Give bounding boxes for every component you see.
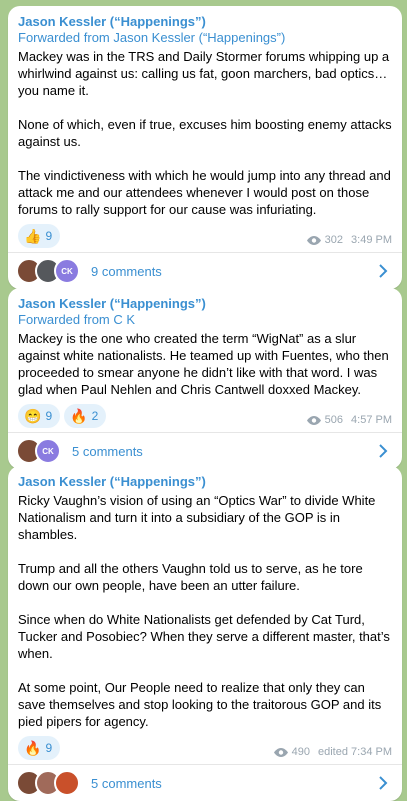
message-bubble[interactable]: Jason Kessler (“Happenings”) Ricky Vaugh…	[8, 466, 402, 801]
comments-link[interactable]: 9 comments	[91, 264, 162, 279]
reaction-count: 9	[45, 229, 53, 243]
comments-bar[interactable]: 5 comments	[8, 764, 402, 801]
paragraph: None of which, even if true, excuses him…	[18, 117, 392, 149]
reaction-chip[interactable]: 😁 9	[18, 404, 61, 428]
chevron-right-icon[interactable]	[376, 444, 390, 458]
author-name[interactable]: Jason Kessler (“Happenings”)	[18, 474, 392, 490]
eye-icon	[306, 415, 321, 425]
reaction-chip[interactable]: 🔥 2	[64, 404, 107, 428]
comments-bar[interactable]: CK 5 comments	[8, 432, 402, 469]
reactions: 👍 9	[18, 224, 61, 248]
message-text: Mackey is the one who created the term “…	[18, 330, 392, 398]
paragraph: The vindictiveness with which he would j…	[18, 168, 391, 217]
eye-icon	[273, 747, 288, 757]
message-text: Mackey was in the TRS and Daily Stormer …	[18, 48, 392, 218]
paragraph: Mackey was in the TRS and Daily Stormer …	[18, 49, 390, 98]
forwarded-from[interactable]: Forwarded from C K	[18, 312, 392, 328]
meta-row: 🔥 9 490 edited 7:34 PM	[18, 734, 392, 764]
chevron-right-icon[interactable]	[376, 776, 390, 790]
reaction-count: 2	[91, 409, 99, 423]
message-stats: 506 4:57 PM	[306, 414, 392, 426]
thumbs-up-icon: 👍	[24, 228, 42, 244]
commenter-avatars: CK	[16, 258, 80, 284]
reaction-count: 9	[45, 741, 53, 755]
forwarded-from[interactable]: Forwarded from Jason Kessler (“Happening…	[18, 30, 392, 46]
view-count: 302	[324, 234, 344, 246]
paragraph: Trump and all the others Vaughn told us …	[18, 561, 363, 593]
commenter-avatars: CK	[16, 438, 61, 464]
comments-link[interactable]: 5 comments	[91, 776, 162, 791]
fire-icon: 🔥	[70, 408, 88, 424]
message-stats: 490 edited 7:34 PM	[273, 746, 392, 758]
timestamp: edited 7:34 PM	[318, 746, 392, 758]
author-name[interactable]: Jason Kessler (“Happenings”)	[18, 296, 392, 312]
avatar: CK	[54, 258, 80, 284]
view-count: 506	[324, 414, 344, 426]
comments-bar[interactable]: CK 9 comments	[8, 252, 402, 289]
timestamp: 4:57 PM	[351, 414, 392, 426]
message-text: Ricky Vaughn’s vision of using an “Optic…	[18, 492, 392, 730]
reaction-count: 9	[45, 409, 53, 423]
paragraph: Mackey is the one who created the term “…	[18, 331, 389, 397]
reaction-chip[interactable]: 🔥 9	[18, 736, 61, 760]
reaction-chip[interactable]: 👍 9	[18, 224, 61, 248]
comments-link[interactable]: 5 comments	[72, 444, 143, 459]
fire-icon: 🔥	[24, 740, 42, 756]
timestamp: 3:49 PM	[351, 234, 392, 246]
paragraph: Since when do White Nationalists get def…	[18, 612, 390, 661]
reactions: 🔥 9	[18, 736, 61, 760]
grinning-face-icon: 😁	[24, 408, 42, 424]
eye-icon	[306, 235, 321, 245]
paragraph: Ricky Vaughn’s vision of using an “Optic…	[18, 493, 376, 542]
avatar: CK	[35, 438, 61, 464]
commenter-avatars	[16, 770, 80, 796]
meta-row: 😁 9 🔥 2 506 4:57 PM	[18, 402, 392, 432]
paragraph: At some point, Our People need to realiz…	[18, 680, 382, 729]
message-bubble[interactable]: Jason Kessler (“Happenings”) Forwarded f…	[8, 288, 402, 469]
reactions: 😁 9 🔥 2	[18, 404, 107, 428]
message-bubble[interactable]: Jason Kessler (“Happenings”) Forwarded f…	[8, 6, 402, 289]
author-name[interactable]: Jason Kessler (“Happenings”)	[18, 14, 392, 30]
avatar	[54, 770, 80, 796]
message-stats: 302 3:49 PM	[306, 234, 392, 246]
view-count: 490	[291, 746, 310, 758]
chevron-right-icon[interactable]	[376, 264, 390, 278]
meta-row: 👍 9 302 3:49 PM	[18, 222, 392, 252]
